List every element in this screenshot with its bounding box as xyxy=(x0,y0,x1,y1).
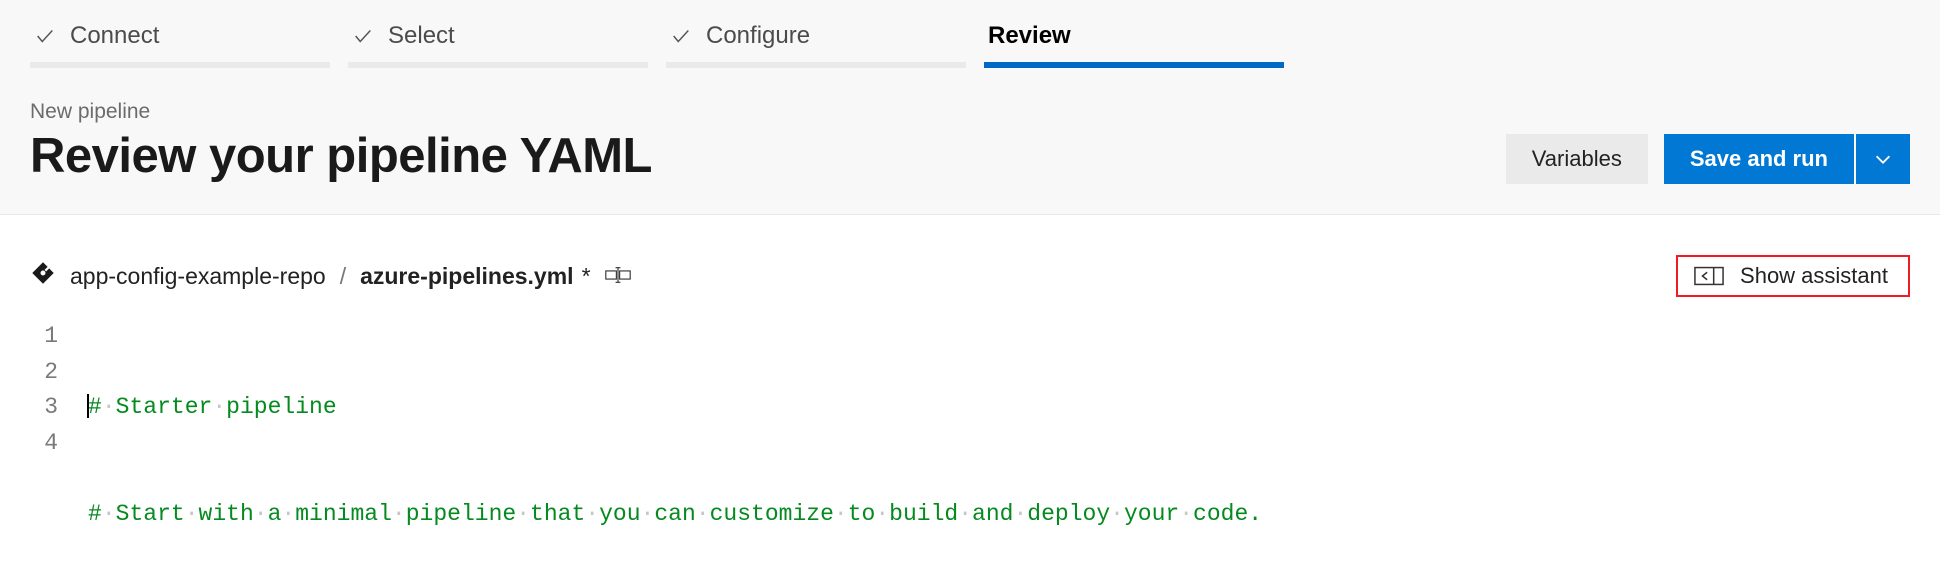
wizard-step-label: Connect xyxy=(70,22,159,50)
wizard-step-label: Configure xyxy=(706,22,810,50)
dirty-indicator: * xyxy=(582,263,591,290)
wizard-step-connect[interactable]: Connect xyxy=(30,14,330,66)
editor-code[interactable]: #·Starter·pipeline #·Start·with·a·minima… xyxy=(88,319,1262,565)
variables-button[interactable]: Variables xyxy=(1506,134,1648,184)
wizard-underline xyxy=(666,62,966,68)
wizard-step-label: Review xyxy=(988,22,1071,50)
code-line: #·Starter·pipeline xyxy=(88,390,1262,426)
title-row: New pipeline Review your pipeline YAML V… xyxy=(0,66,1940,214)
repo-icon xyxy=(30,260,56,292)
line-number: 4 xyxy=(30,426,58,462)
yaml-editor[interactable]: 1 2 3 4 #·Starter·pipeline #·Start·with·… xyxy=(0,315,1940,565)
wizard-step-select[interactable]: Select xyxy=(348,14,648,66)
code-line: #·Start·with·a·minimal·pipeline·that·you… xyxy=(88,497,1262,533)
save-and-run-button[interactable]: Save and run xyxy=(1664,134,1854,184)
line-number: 1 xyxy=(30,319,58,355)
line-number: 2 xyxy=(30,355,58,391)
file-bar: app-config-example-repo / azure-pipeline… xyxy=(0,215,1940,315)
wizard-step-label: Select xyxy=(388,22,455,50)
wizard: Connect Select Configure Review xyxy=(0,14,1940,66)
save-and-run-group: Save and run xyxy=(1664,134,1910,184)
chevron-down-icon xyxy=(1872,148,1894,170)
editor-gutter: 1 2 3 4 xyxy=(30,319,88,565)
show-assistant-label: Show assistant xyxy=(1740,263,1888,289)
rename-icon[interactable] xyxy=(605,263,631,290)
title-block: New pipeline Review your pipeline YAML xyxy=(30,100,652,184)
wizard-underline xyxy=(348,62,648,68)
breadcrumb-separator: / xyxy=(340,263,346,290)
code-text: #·Start·with·a·minimal·pipeline·that·you… xyxy=(88,501,1262,527)
page-title: Review your pipeline YAML xyxy=(30,128,652,184)
save-and-run-dropdown[interactable] xyxy=(1856,134,1910,184)
text-caret xyxy=(87,394,89,418)
code-text: #·Starter·pipeline xyxy=(88,394,337,420)
header-actions: Variables Save and run xyxy=(1506,134,1910,184)
show-assistant-button[interactable]: Show assistant xyxy=(1676,255,1910,297)
check-icon xyxy=(34,25,56,47)
wizard-underline xyxy=(984,62,1284,68)
wizard-step-configure[interactable]: Configure xyxy=(666,14,966,66)
line-number: 3 xyxy=(30,390,58,426)
wizard-underline xyxy=(30,62,330,68)
breadcrumb-file[interactable]: azure-pipelines.yml xyxy=(360,263,573,290)
breadcrumb: app-config-example-repo / azure-pipeline… xyxy=(30,260,631,292)
check-icon xyxy=(670,25,692,47)
breadcrumb-repo[interactable]: app-config-example-repo xyxy=(70,263,326,290)
panel-collapse-icon xyxy=(1694,265,1724,287)
check-icon xyxy=(352,25,374,47)
wizard-step-review[interactable]: Review xyxy=(984,14,1284,66)
header-region: Connect Select Configure Review New pipe… xyxy=(0,0,1940,215)
page-subtitle: New pipeline xyxy=(30,100,652,124)
